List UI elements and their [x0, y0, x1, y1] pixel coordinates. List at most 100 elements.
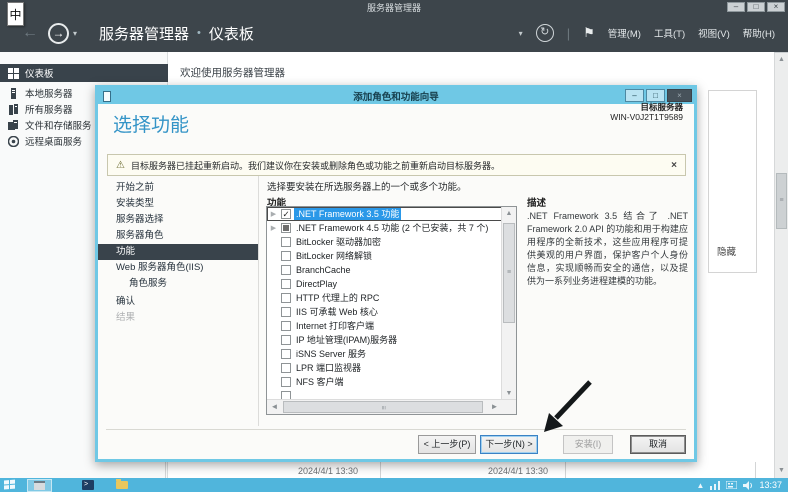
taskbar-powershell[interactable]: >	[76, 479, 100, 492]
cancel-button[interactable]: 取消	[630, 435, 686, 454]
feature-checkbox[interactable]	[281, 223, 291, 233]
step-confirmation[interactable]: 确认	[98, 294, 258, 310]
speaker-icon[interactable]	[743, 481, 753, 490]
features-list: ▶✓.NET Framework 3.5 功能▶.NET Framework 4…	[267, 207, 502, 400]
step-web-server-iis[interactable]: Web 服务器角色(IIS)	[98, 260, 258, 276]
menu-manage[interactable]: 管理(M)	[608, 26, 641, 40]
feature-checkbox[interactable]	[281, 377, 291, 387]
feature-row[interactable]: DirectPlay	[267, 277, 502, 291]
feature-row[interactable]: IP 地址管理(IPAM)服务器	[267, 333, 502, 347]
next-button[interactable]: 下一步(N) >	[480, 435, 538, 454]
step-features[interactable]: 功能	[98, 244, 258, 260]
file-storage-icon	[8, 120, 19, 131]
wizard-icon	[103, 91, 111, 102]
dashboard-icon	[8, 68, 19, 79]
feature-label: .NET Framework 4.5 功能 (2 个已安装，共 7 个)	[294, 222, 490, 234]
menu-help[interactable]: 帮助(H)	[743, 26, 775, 40]
notification-flag-icon[interactable]: ⚑	[583, 25, 595, 41]
minimize-icon[interactable]: –	[727, 2, 745, 12]
taskbar-clock: 13:37	[759, 480, 782, 490]
menu-tools[interactable]: 工具(T)	[654, 26, 685, 40]
dialog-titlebar[interactable]: 添加角色和功能向导 – □ ×	[98, 88, 694, 104]
scroll-right-icon[interactable]: ►	[488, 401, 501, 413]
forward-icon[interactable]: →	[48, 23, 69, 44]
feature-row[interactable]: LPR 端口监视器	[267, 361, 502, 375]
feature-row[interactable]: IIS 可承载 Web 核心	[267, 305, 502, 319]
feature-row[interactable]: BitLocker 网络解锁	[267, 249, 502, 263]
previous-button[interactable]: < 上一步(P)	[418, 435, 476, 454]
window-title: 服务器管理器	[367, 1, 421, 14]
warning-text: 目标服务器已挂起重新启动。我们建议你在安装或删除角色或功能之前重新启动目标服务器…	[131, 159, 665, 172]
feature-checkbox[interactable]	[281, 279, 291, 289]
back-icon[interactable]: ←	[22, 24, 38, 42]
feature-row[interactable]: iSNS Server 服务	[267, 347, 502, 361]
feature-checkbox[interactable]	[281, 293, 291, 303]
feature-description: .NET Framework 3.5 结合了 .NET Framework 2.…	[527, 210, 688, 288]
warning-close-icon[interactable]: ×	[671, 160, 677, 171]
dialog-maximize-icon[interactable]: □	[646, 89, 665, 102]
menu-view[interactable]: 视图(V)	[698, 26, 730, 40]
feature-label: IIS 可承载 Web 核心	[294, 306, 380, 318]
scroll-left-icon[interactable]: ◄	[268, 401, 281, 413]
tray-expand-icon[interactable]: ▲	[697, 481, 705, 490]
taskbar-server-manager[interactable]	[27, 479, 52, 492]
os-titlebar: 服务器管理器 – □ ×	[0, 0, 788, 14]
feature-checkbox[interactable]	[281, 265, 291, 275]
description-pane-label: 描述	[527, 195, 546, 209]
dialog-minimize-icon[interactable]: –	[625, 89, 644, 102]
dialog-close-icon[interactable]: ×	[667, 89, 692, 102]
add-roles-features-wizard: 添加角色和功能向导 – □ × 选择功能 目标服务器 WIN-V0J2T1T95…	[95, 85, 697, 462]
refresh-icon[interactable]: ↻	[536, 24, 554, 42]
step-server-selection[interactable]: 服务器选择	[98, 212, 258, 228]
feature-row[interactable]: BranchCache	[267, 263, 502, 277]
main-scrollbar-thumb[interactable]: ≡	[776, 173, 787, 229]
start-button[interactable]	[4, 480, 17, 491]
feature-checkbox[interactable]: ✓	[281, 209, 291, 219]
feature-row[interactable]: BitLocker 驱动器加密	[267, 235, 502, 249]
taskbar-folder[interactable]	[110, 479, 134, 492]
step-role-services[interactable]: 角色服务	[98, 276, 258, 292]
breadcrumb-separator-icon: •	[197, 27, 201, 39]
scroll-up-icon[interactable]: ▲	[502, 207, 516, 220]
feature-checkbox[interactable]	[281, 335, 291, 345]
scroll-down-icon[interactable]: ▼	[775, 464, 788, 477]
feature-checkbox[interactable]	[281, 363, 291, 373]
features-horizontal-scrollbar[interactable]: ◄ ≡ ►	[267, 399, 516, 414]
features-vertical-scrollbar[interactable]: ▲ ≡ ▼	[501, 207, 516, 400]
step-install-type[interactable]: 安装类型	[98, 196, 258, 212]
network-icon[interactable]	[710, 481, 720, 490]
scroll-up-icon[interactable]: ▲	[775, 53, 788, 66]
features-hscrollbar-thumb[interactable]: ≡	[283, 401, 483, 413]
breadcrumb-root[interactable]: 服务器管理器	[99, 23, 189, 44]
feature-checkbox[interactable]	[281, 307, 291, 317]
tile-border	[755, 462, 756, 478]
sidebar-item-dashboard[interactable]: 仪表板	[0, 64, 168, 82]
restore-icon[interactable]: □	[747, 2, 765, 12]
main-scrollbar[interactable]: ▲ ≡ ▼	[774, 53, 788, 478]
nav-divider: |	[567, 26, 570, 41]
feature-row[interactable]: ▶ .NET Framework 4.5 功能 (2 个已安装，共 7 个)	[267, 221, 502, 235]
keyboard-icon[interactable]	[726, 481, 737, 489]
features-scrollbar-thumb[interactable]: ≡	[503, 223, 515, 323]
feature-row[interactable]: HTTP 代理上的 RPC	[267, 291, 502, 305]
notifications-dropdown-icon[interactable]: ▾	[519, 29, 523, 38]
feature-checkbox[interactable]	[281, 237, 291, 247]
expander-icon[interactable]: ▶	[269, 210, 278, 218]
feature-row[interactable]: Internet 打印客户端	[267, 319, 502, 333]
servers-icon	[8, 104, 19, 115]
step-before-begin[interactable]: 开始之前	[98, 180, 258, 196]
feature-row[interactable]: NFS 客户端	[267, 375, 502, 389]
target-server-name: WIN-V0J2T1T9589	[610, 112, 683, 122]
tile-border	[165, 462, 166, 478]
sidebar-item-label: 仪表板	[25, 66, 54, 80]
feature-row[interactable]: ▶✓.NET Framework 3.5 功能	[267, 207, 502, 221]
expander-icon[interactable]: ▶	[269, 224, 278, 232]
feature-checkbox[interactable]	[281, 349, 291, 359]
hide-button[interactable]: 隐藏	[717, 244, 736, 258]
ime-indicator[interactable]: 中	[7, 2, 24, 26]
feature-checkbox[interactable]	[281, 321, 291, 331]
step-server-roles[interactable]: 服务器角色	[98, 228, 258, 244]
forward-dropdown-icon[interactable]: ▾	[73, 29, 77, 38]
close-icon[interactable]: ×	[767, 2, 785, 12]
feature-checkbox[interactable]	[281, 251, 291, 261]
